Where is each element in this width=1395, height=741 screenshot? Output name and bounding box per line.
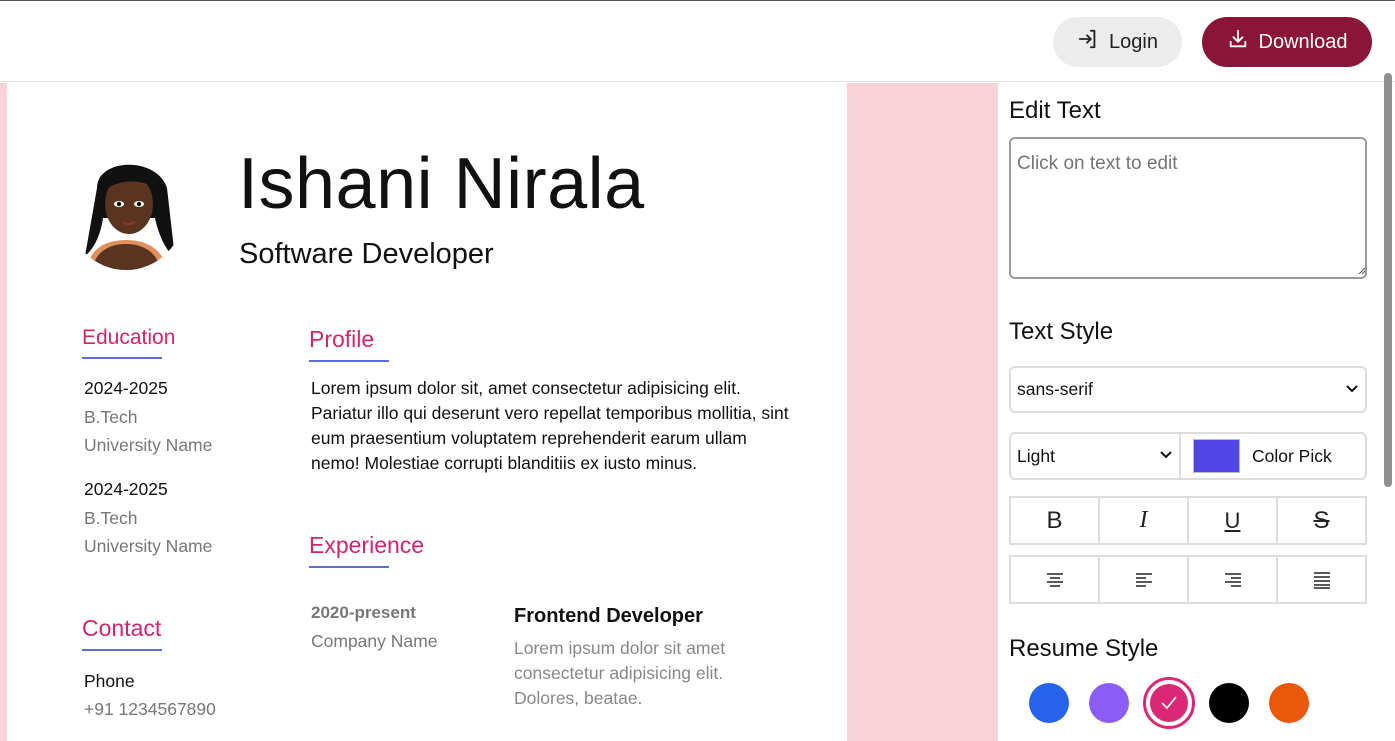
style-color-orange[interactable] xyxy=(1269,683,1309,723)
color-picker[interactable]: Color Pick xyxy=(1181,434,1332,478)
experience-company[interactable]: Company Name xyxy=(311,631,437,652)
education-degree[interactable]: B.Tech xyxy=(84,508,138,529)
style-color-pink[interactable] xyxy=(1143,677,1195,729)
education-years[interactable]: 2024-2025 xyxy=(84,378,168,399)
align-right-icon xyxy=(1224,572,1241,587)
education-title[interactable]: Education xyxy=(82,326,175,359)
font-family-value: sans-serif xyxy=(1017,379,1093,399)
font-weight-select[interactable]: Light xyxy=(1011,434,1181,478)
italic-button[interactable]: I xyxy=(1100,498,1189,543)
chevron-down-icon xyxy=(1160,451,1172,459)
font-weight-value: Light xyxy=(1017,445,1055,466)
education-school[interactable]: University Name xyxy=(84,536,212,557)
bold-button[interactable]: B xyxy=(1011,498,1100,543)
color-swatch[interactable] xyxy=(1193,439,1240,473)
resume-style-colors xyxy=(1009,677,1367,729)
scrollbar[interactable] xyxy=(1380,73,1395,741)
align-center-button[interactable] xyxy=(1011,557,1100,602)
profile-title[interactable]: Profile xyxy=(309,326,390,362)
align-justify-button[interactable] xyxy=(1278,557,1365,602)
align-center-icon xyxy=(1046,572,1063,587)
scroll-thumb[interactable] xyxy=(1384,73,1392,487)
education-school[interactable]: University Name xyxy=(84,435,212,456)
resume-name[interactable]: Ishani Nirala xyxy=(238,143,645,225)
contact-label[interactable]: Phone xyxy=(84,671,135,692)
login-button[interactable]: Login xyxy=(1053,17,1182,67)
style-color-blue[interactable] xyxy=(1029,683,1069,723)
top-bar: Login Download xyxy=(0,0,1395,82)
align-left-button[interactable] xyxy=(1100,557,1189,602)
contact-value[interactable]: +91 1234567890 xyxy=(84,699,216,720)
bold-icon: B xyxy=(1046,506,1063,534)
align-right-button[interactable] xyxy=(1189,557,1278,602)
strikethrough-button[interactable]: S xyxy=(1278,498,1365,543)
profile-text[interactable]: Lorem ipsum dolor sit, amet consectetur … xyxy=(311,376,791,476)
login-icon xyxy=(1077,28,1099,56)
edit-text-area[interactable] xyxy=(1009,137,1367,279)
login-label: Login xyxy=(1109,30,1158,53)
resume-style-heading: Resume Style xyxy=(1009,635,1159,662)
experience-description[interactable]: Lorem ipsum dolor sit amet consectetur a… xyxy=(514,636,754,711)
format-buttons: B I U S xyxy=(1009,496,1367,545)
align-justify-icon xyxy=(1313,571,1330,589)
experience-title[interactable]: Experience xyxy=(309,532,424,568)
color-pick-label: Color Pick xyxy=(1252,445,1332,466)
text-style-heading: Text Style xyxy=(1009,318,1114,345)
experience-job-title[interactable]: Frontend Developer xyxy=(514,605,703,628)
editor-panel: Edit Text Text Style sans-serif Light Co… xyxy=(997,83,1380,741)
contact-title[interactable]: Contact xyxy=(82,615,163,651)
download-icon xyxy=(1227,28,1249,56)
style-color-purple[interactable] xyxy=(1089,683,1129,723)
experience-period[interactable]: 2020-present xyxy=(311,603,416,623)
italic-icon: I xyxy=(1139,507,1148,533)
resume-page: Ishani Nirala Software Developer Educati… xyxy=(7,83,847,741)
underline-icon: U xyxy=(1224,507,1241,533)
edit-text-heading: Edit Text xyxy=(1009,97,1101,124)
align-left-icon xyxy=(1135,572,1152,587)
underline-button[interactable]: U xyxy=(1189,498,1278,543)
education-degree[interactable]: B.Tech xyxy=(84,407,138,428)
chevron-down-icon xyxy=(1346,385,1358,393)
download-button[interactable]: Download xyxy=(1202,17,1372,67)
align-buttons xyxy=(1009,555,1367,604)
download-label: Download xyxy=(1258,30,1348,53)
strikethrough-icon: S xyxy=(1313,506,1330,534)
style-color-black[interactable] xyxy=(1209,683,1249,723)
education-years[interactable]: 2024-2025 xyxy=(84,479,168,500)
resume-role[interactable]: Software Developer xyxy=(239,238,494,271)
font-family-select[interactable]: sans-serif xyxy=(1009,366,1367,413)
resize-grip-icon[interactable] xyxy=(1356,265,1366,275)
weight-color-row: Light Color Pick xyxy=(1009,432,1367,480)
check-icon xyxy=(1161,696,1177,710)
avatar xyxy=(67,148,185,270)
